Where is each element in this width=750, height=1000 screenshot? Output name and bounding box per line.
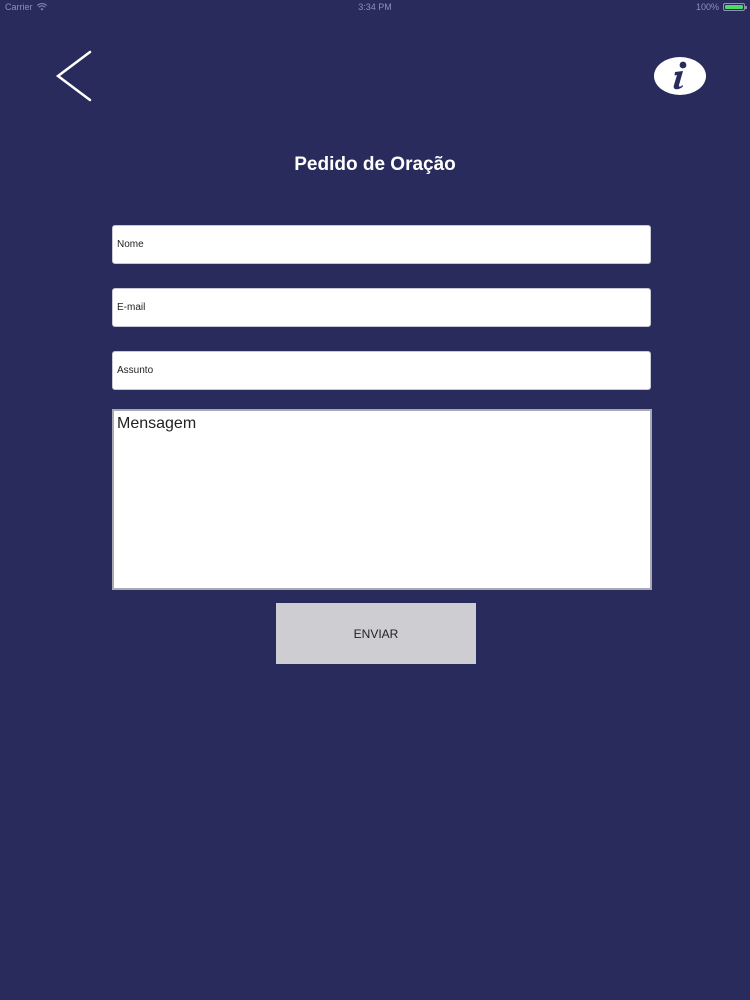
- battery-percent: 100%: [695, 2, 719, 12]
- subject-input[interactable]: [112, 351, 651, 390]
- info-icon: [654, 57, 706, 95]
- name-input[interactable]: [112, 225, 651, 264]
- send-button[interactable]: ENVIAR: [276, 603, 476, 664]
- status-bar: Carrier 3:34 PM 100%: [0, 0, 750, 14]
- status-time: 3:34 PM: [358, 2, 392, 12]
- message-textarea[interactable]: [112, 409, 652, 590]
- info-button[interactable]: [653, 56, 707, 96]
- battery-fill: [725, 5, 743, 9]
- battery-icon: [723, 3, 747, 11]
- back-button[interactable]: [50, 48, 100, 104]
- prayer-request-screen: Carrier 3:34 PM 100% Pedido de Oração No…: [0, 0, 750, 1000]
- chevron-left-icon: [55, 50, 92, 102]
- email-input[interactable]: [112, 288, 651, 327]
- status-right: 100%: [695, 2, 747, 12]
- page-title: Pedido de Oração: [294, 154, 456, 175]
